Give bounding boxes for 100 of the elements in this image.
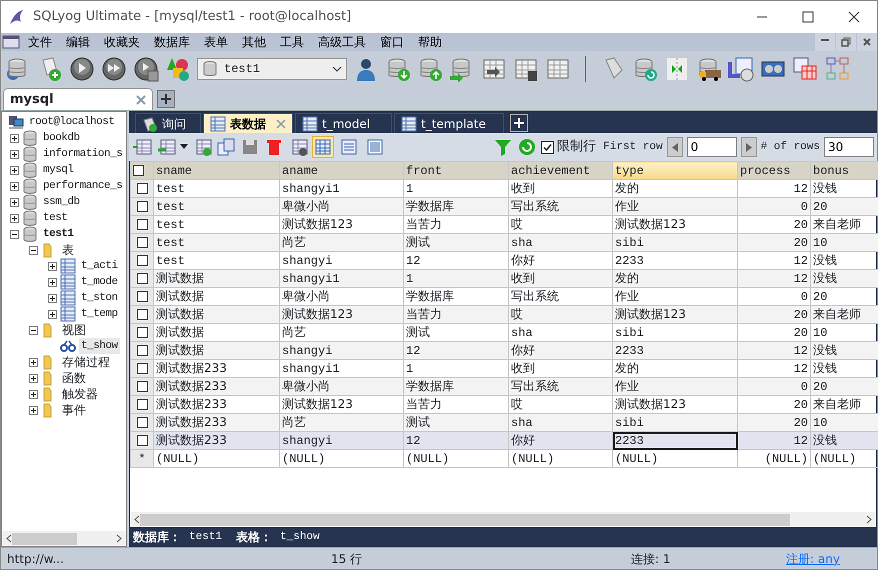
tree-item[interactable]: t_mode (79, 274, 120, 290)
close-icon[interactable] (136, 94, 146, 104)
expand-icon[interactable] (10, 198, 19, 206)
column-header[interactable]: achievement (508, 162, 612, 180)
column-header[interactable]: aname (280, 162, 404, 180)
menu-item[interactable]: 帮助 (411, 33, 449, 51)
horizontal-scrollbar[interactable] (2, 531, 126, 546)
table-row[interactable]: 测试数据 shangyi 12 你好 2233 12 没钱 (130, 342, 878, 360)
connection-tab[interactable]: mysql (3, 88, 153, 110)
table-row[interactable]: 测试数据 shangyi1 1 收到 发的 12 没钱 (130, 270, 878, 288)
column-header[interactable]: type (612, 162, 738, 180)
collapse-icon[interactable] (29, 246, 38, 254)
expand-icon[interactable] (10, 166, 19, 174)
trash-icon[interactable] (264, 137, 284, 157)
row-checkbox[interactable] (136, 380, 148, 392)
select-all-checkbox[interactable] (133, 164, 144, 176)
table-row[interactable]: 测试数据233 卑微小尚 学数据库 写出系统 作业 0 20 (130, 378, 878, 396)
tree-item[interactable]: 事件 (60, 401, 88, 419)
table-row[interactable]: 测试数据233 shangyi 12 你好 2233 12 没钱 (130, 432, 878, 450)
editor-tab[interactable]: 询问 (135, 113, 201, 133)
row-checkbox[interactable] (136, 326, 148, 338)
column-header[interactable]: process (738, 162, 810, 180)
table-row[interactable]: 测试数据 测试数据123 当苦力 哎 测试数据123 20 来自老师 (130, 306, 878, 324)
play-grid-icon[interactable] (133, 56, 159, 82)
rows-count-field[interactable]: 30 (824, 137, 874, 157)
expand-icon[interactable] (29, 390, 38, 398)
menu-item[interactable]: 收藏夹 (97, 33, 147, 51)
table-row[interactable]: test 尚艺 测试 sha sibi 20 10 (130, 234, 878, 252)
row-checkbox[interactable] (136, 344, 148, 356)
copy-icon[interactable] (216, 137, 236, 157)
menu-item[interactable]: 工具 (273, 33, 311, 51)
row-checkbox[interactable] (136, 416, 148, 428)
menu-item[interactable]: 表单 (197, 33, 235, 51)
tree-item[interactable]: information_s (41, 146, 124, 162)
limit-rows-checkbox[interactable]: 限制行 (541, 137, 596, 157)
grid-insert-icon[interactable] (132, 137, 152, 157)
row-checkbox[interactable] (136, 308, 148, 320)
tree-item[interactable]: performance_s (41, 178, 124, 194)
tree-item[interactable]: t_show (79, 338, 120, 354)
arrows-converge-icon[interactable] (664, 56, 690, 82)
column-header[interactable]: sname (154, 162, 280, 180)
menu-item[interactable]: 高级工具 (311, 33, 373, 51)
menu-item[interactable]: 数据库 (147, 33, 197, 51)
row-checkbox[interactable] (136, 200, 148, 212)
tree-item[interactable]: t_ston (79, 290, 120, 306)
tree-item[interactable]: test1 (41, 226, 76, 242)
new-tab-button[interactable] (157, 90, 175, 108)
horizontal-scrollbar[interactable] (130, 512, 876, 527)
collapse-icon[interactable] (10, 230, 19, 238)
row-checkbox[interactable] (136, 182, 148, 194)
previous-button[interactable] (666, 137, 683, 157)
expand-icon[interactable] (48, 294, 57, 302)
editor-tab[interactable]: t_template (394, 113, 504, 133)
column-header[interactable]: front (404, 162, 508, 180)
tree-item[interactable]: ssm_db (41, 194, 82, 210)
row-checkbox[interactable] (136, 218, 148, 230)
expand-icon[interactable] (29, 406, 38, 414)
expand-icon[interactable] (29, 358, 38, 366)
next-button[interactable] (740, 137, 757, 157)
row-checkbox[interactable] (136, 272, 148, 284)
inner-window-button[interactable] (857, 33, 877, 51)
view-mode-button[interactable] (312, 136, 334, 158)
shapes-icon[interactable] (165, 56, 191, 82)
menu-item[interactable]: 其他 (235, 33, 273, 51)
play-icon[interactable] (69, 56, 95, 82)
tree-item[interactable]: 表 (60, 241, 76, 259)
refresh-icon[interactable] (517, 137, 538, 157)
diagram-icon[interactable] (824, 56, 850, 82)
tree-item[interactable]: test (41, 210, 70, 226)
menu-item[interactable]: 窗口 (373, 33, 411, 51)
tree-item[interactable]: 函数 (60, 369, 88, 387)
row-checkbox[interactable] (136, 398, 148, 410)
expand-icon[interactable] (10, 182, 19, 190)
editor-tab[interactable]: 表数据 (203, 113, 293, 133)
column-header[interactable]: bonus (810, 162, 878, 180)
row-checkbox[interactable] (136, 254, 148, 266)
grid-export-icon[interactable] (156, 137, 176, 157)
row-checkbox[interactable] (136, 236, 148, 248)
row-checkbox[interactable] (136, 362, 148, 374)
database-dropdown[interactable]: test1 (197, 58, 347, 80)
new-tab-button[interactable] (510, 114, 528, 132)
tree-item[interactable]: 触发器 (60, 385, 100, 403)
first-row-field[interactable]: 0 (686, 137, 737, 157)
expand-icon[interactable] (10, 214, 19, 222)
table-copy-icon[interactable] (792, 56, 818, 82)
caret-down-icon[interactable] (180, 144, 188, 150)
tree-item[interactable]: mysql (41, 162, 76, 178)
tree-item[interactable]: 视图 (60, 321, 88, 339)
table-row[interactable]: 测试数据233 尚艺 测试 sha sibi 20 10 (130, 414, 878, 432)
expand-icon[interactable] (10, 134, 19, 142)
menu-item[interactable]: 编辑 (59, 33, 97, 51)
row-checkbox[interactable] (136, 434, 148, 446)
inner-window-button[interactable] (836, 33, 856, 51)
fast-forward-icon[interactable] (101, 56, 127, 82)
expand-icon[interactable] (10, 150, 19, 158)
expand-icon[interactable] (29, 374, 38, 382)
menu-item[interactable]: 文件 (21, 33, 59, 51)
tree-item[interactable]: t_acti (79, 258, 120, 274)
editor-tab[interactable]: t_model (295, 113, 392, 133)
table-row[interactable]: test 卑微小尚 学数据库 写出系统 作业 0 20 (130, 198, 878, 216)
